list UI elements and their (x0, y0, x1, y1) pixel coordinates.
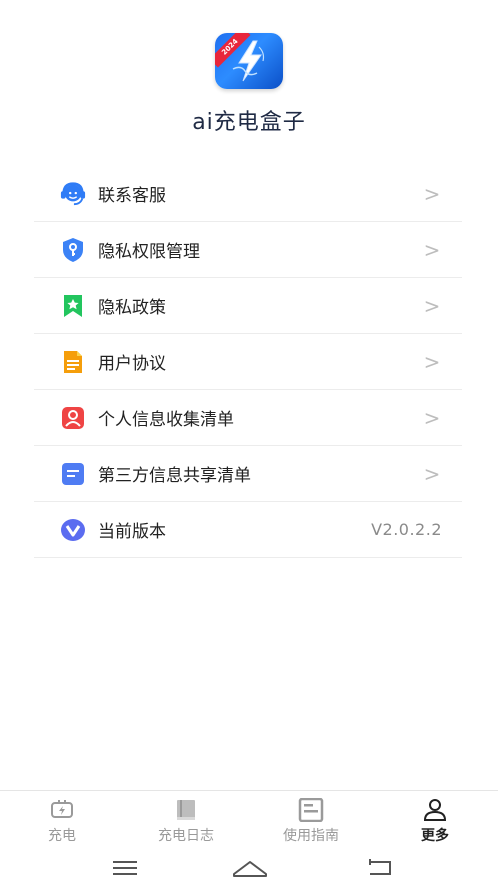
chevron-right-icon: > (423, 181, 441, 206)
system-nav-bar (0, 848, 498, 892)
list-icon (60, 461, 86, 487)
guide-icon (298, 797, 324, 823)
menu-item-third-party-sharing-list[interactable]: 第三方信息共享清单 > (34, 446, 462, 502)
tab-more[interactable]: 更多 (390, 797, 480, 845)
tab-label: 更多 (421, 828, 449, 844)
app-logo-icon: 2024 (215, 33, 283, 89)
home-nav-button[interactable] (232, 858, 268, 882)
menu-label: 隐私政策 (98, 298, 166, 318)
tab-label: 充电 (48, 828, 76, 844)
menu-label: 个人信息收集清单 (98, 410, 234, 430)
back-nav-button[interactable] (366, 858, 394, 882)
back-icon (369, 859, 391, 875)
app-name: ai充电盒子 (192, 110, 306, 135)
menu-item-current-version[interactable]: 当前版本 V2.0.2.2 (34, 502, 462, 558)
chevron-right-icon: > (423, 461, 441, 486)
settings-menu: 联系客服 > 隐私权限管理 > 隐私政策 > 用户协议 > 个人信息收集清单 >… (34, 166, 462, 558)
bookmark-star-icon (60, 293, 86, 319)
menu-nav-button[interactable] (112, 858, 138, 882)
shield-key-icon (60, 237, 86, 263)
menu-label: 用户协议 (98, 354, 166, 374)
book-icon (174, 797, 198, 823)
tab-label: 使用指南 (283, 828, 339, 844)
menu-item-privacy-permissions[interactable]: 隐私权限管理 > (34, 222, 462, 278)
bottom-tab-bar: 充电 充电日志 使用指南 更多 (0, 790, 498, 848)
chevron-right-icon: > (423, 349, 441, 374)
menu-label: 联系客服 (98, 186, 166, 206)
document-icon (60, 349, 86, 375)
menu-item-user-agreement[interactable]: 用户协议 > (34, 334, 462, 390)
chevron-right-icon: > (423, 293, 441, 318)
menu-item-contact-support[interactable]: 联系客服 > (34, 166, 462, 222)
more-page: 2024 ai充电盒子 联系客服 > 隐私权限管理 > 隐私政策 > 用户协议 … (0, 0, 498, 892)
menu-lines-icon (113, 861, 137, 875)
menu-label: 第三方信息共享清单 (98, 466, 251, 486)
chevron-right-icon: > (423, 237, 441, 262)
user-card-icon (60, 405, 86, 431)
home-icon (233, 861, 267, 877)
menu-item-privacy-policy[interactable]: 隐私政策 > (34, 278, 462, 334)
version-value: V2.0.2.2 (371, 520, 442, 539)
tab-charge[interactable]: 充电 (17, 797, 107, 845)
menu-label: 隐私权限管理 (98, 242, 200, 262)
charge-icon (50, 797, 74, 823)
chevron-right-icon: > (423, 405, 441, 430)
menu-item-personal-info-list[interactable]: 个人信息收集清单 > (34, 390, 462, 446)
menu-label: 当前版本 (98, 522, 166, 542)
version-v-icon (60, 517, 86, 543)
tab-charge-log[interactable]: 充电日志 (141, 797, 231, 845)
tab-user-guide[interactable]: 使用指南 (266, 797, 356, 845)
tab-label: 充电日志 (158, 828, 214, 844)
customer-service-icon (60, 181, 86, 207)
person-icon (423, 797, 447, 823)
